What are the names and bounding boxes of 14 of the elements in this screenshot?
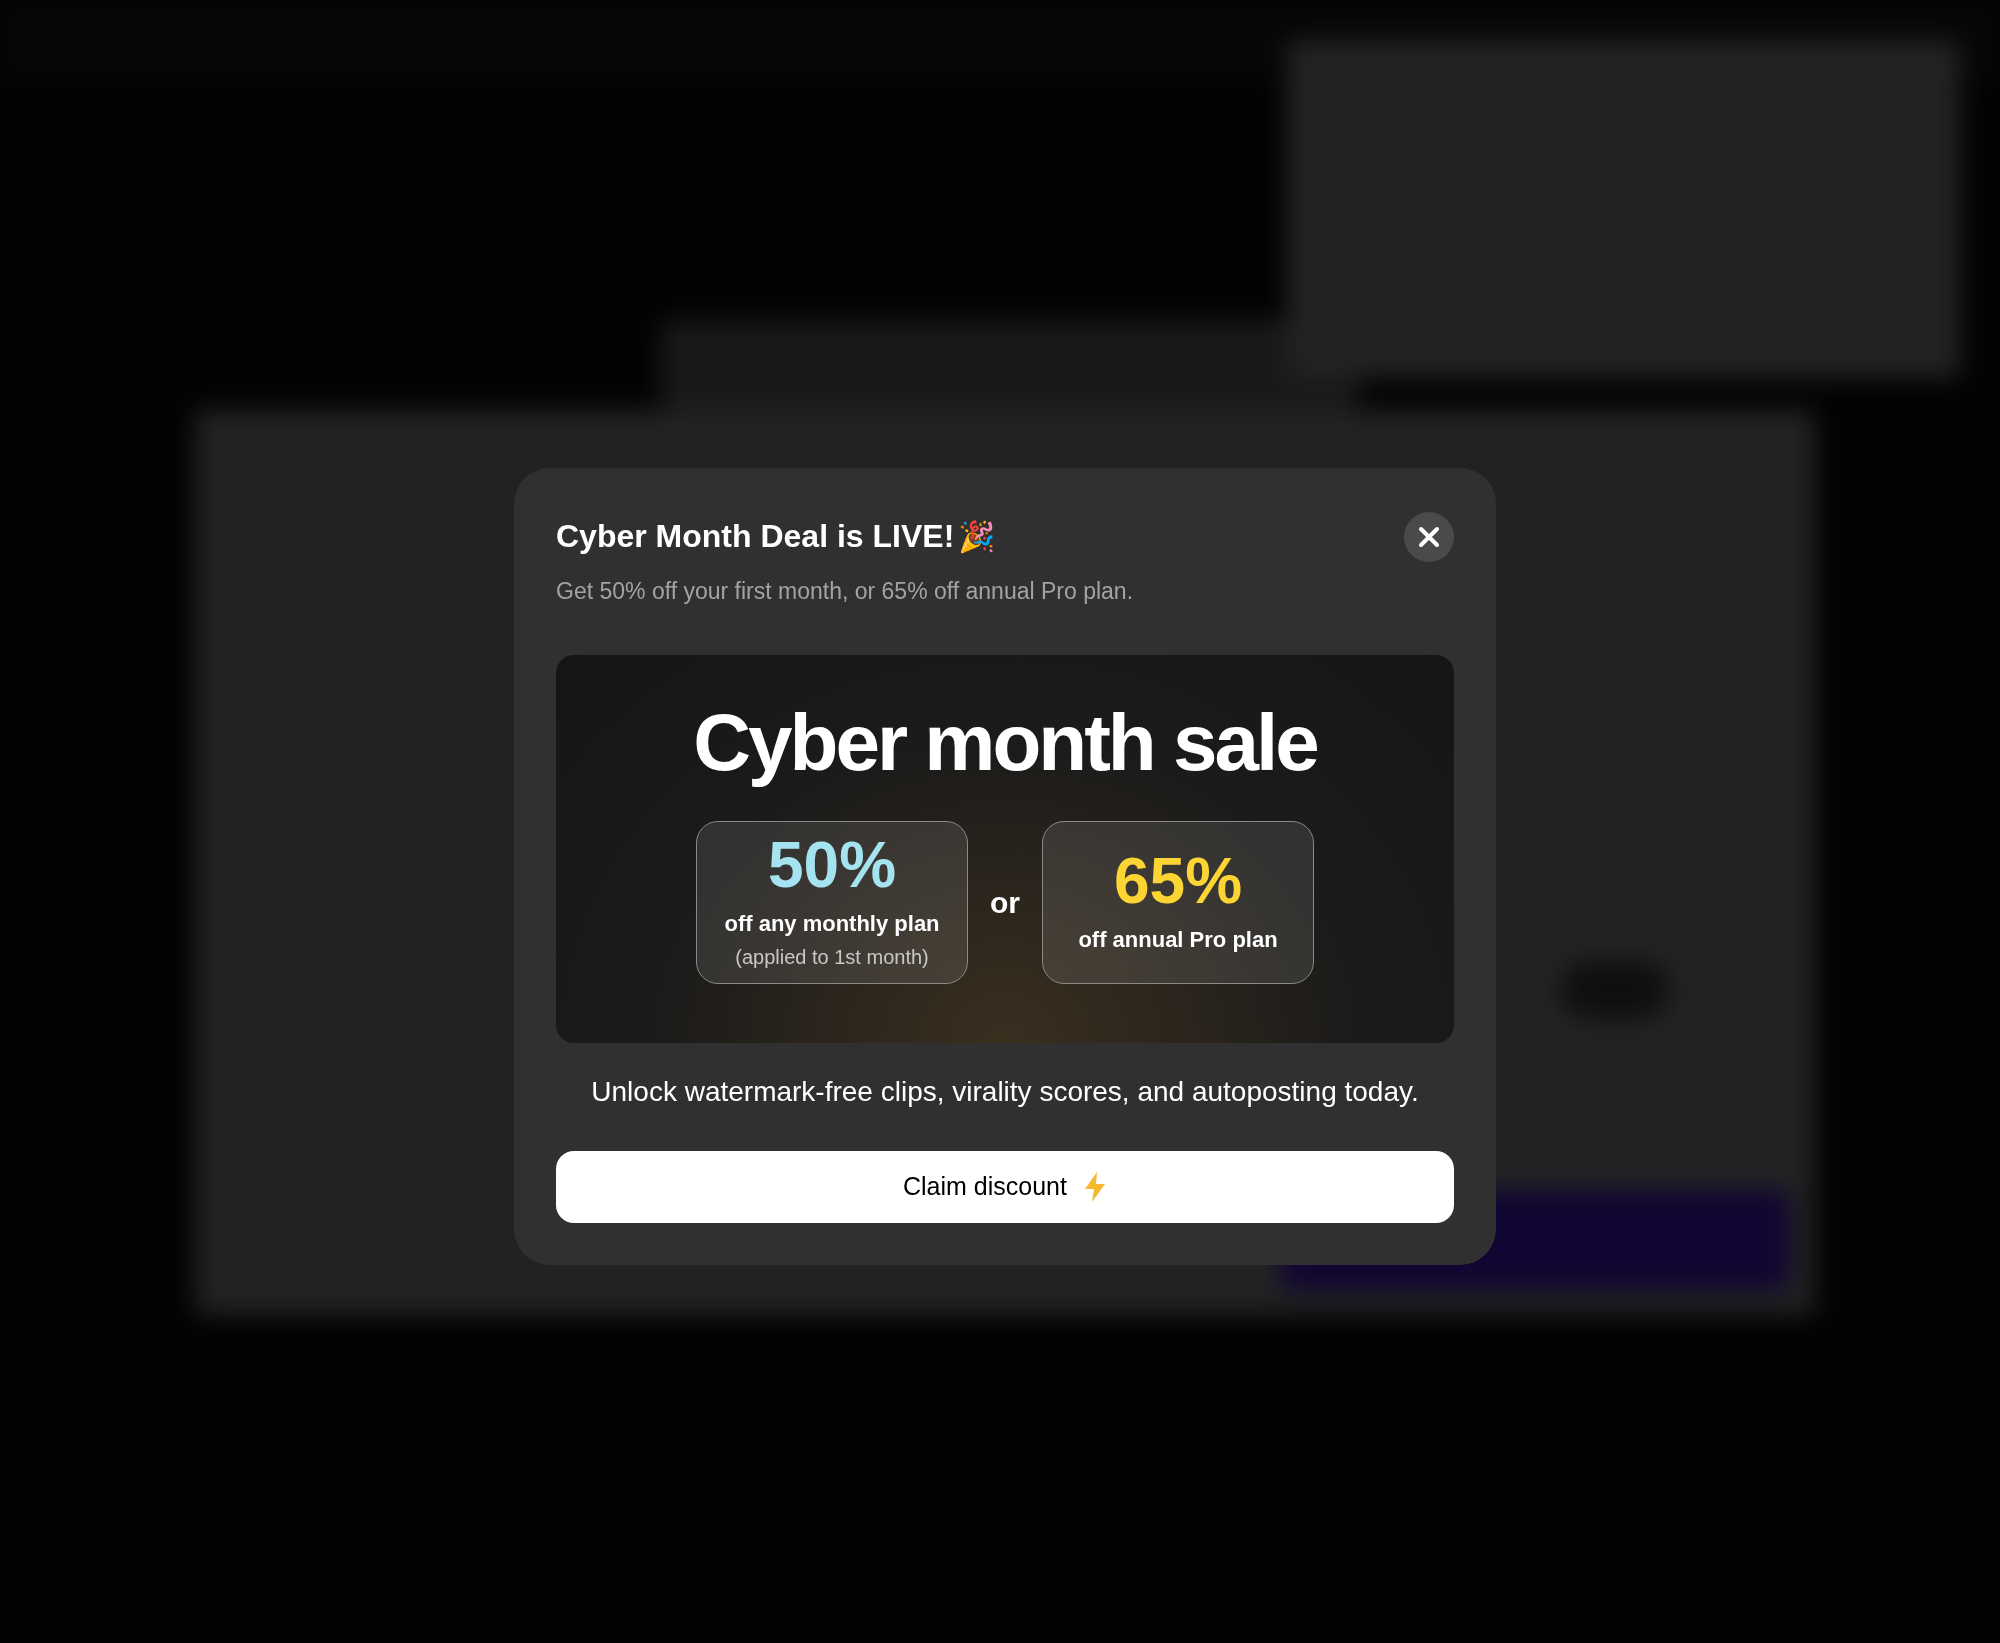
claim-discount-button[interactable]: Claim discount (556, 1150, 1454, 1223)
offer-description: off any monthly plan (724, 909, 940, 938)
dialog-title: Cyber Month Deal is LIVE! (556, 517, 955, 556)
lightning-icon (1082, 1171, 1107, 1202)
close-icon (1418, 526, 1440, 548)
close-button[interactable] (1404, 512, 1454, 562)
offer-description: off annual Pro plan (1078, 925, 1278, 954)
party-popper-icon: 🎉 (958, 513, 996, 559)
dialog-description: Unlock watermark-free clips, virality scores, and autoposting today. (590, 1074, 1420, 1109)
dialog-subtitle: Get 50% off your first month, or 65% off annual Pro plan. (556, 577, 1134, 606)
offer-percent: 50% (767, 832, 897, 897)
offer-note: (applied to 1st month) (735, 944, 929, 970)
offer-percent: 65% (1113, 848, 1243, 913)
or-text: or (990, 884, 1020, 921)
